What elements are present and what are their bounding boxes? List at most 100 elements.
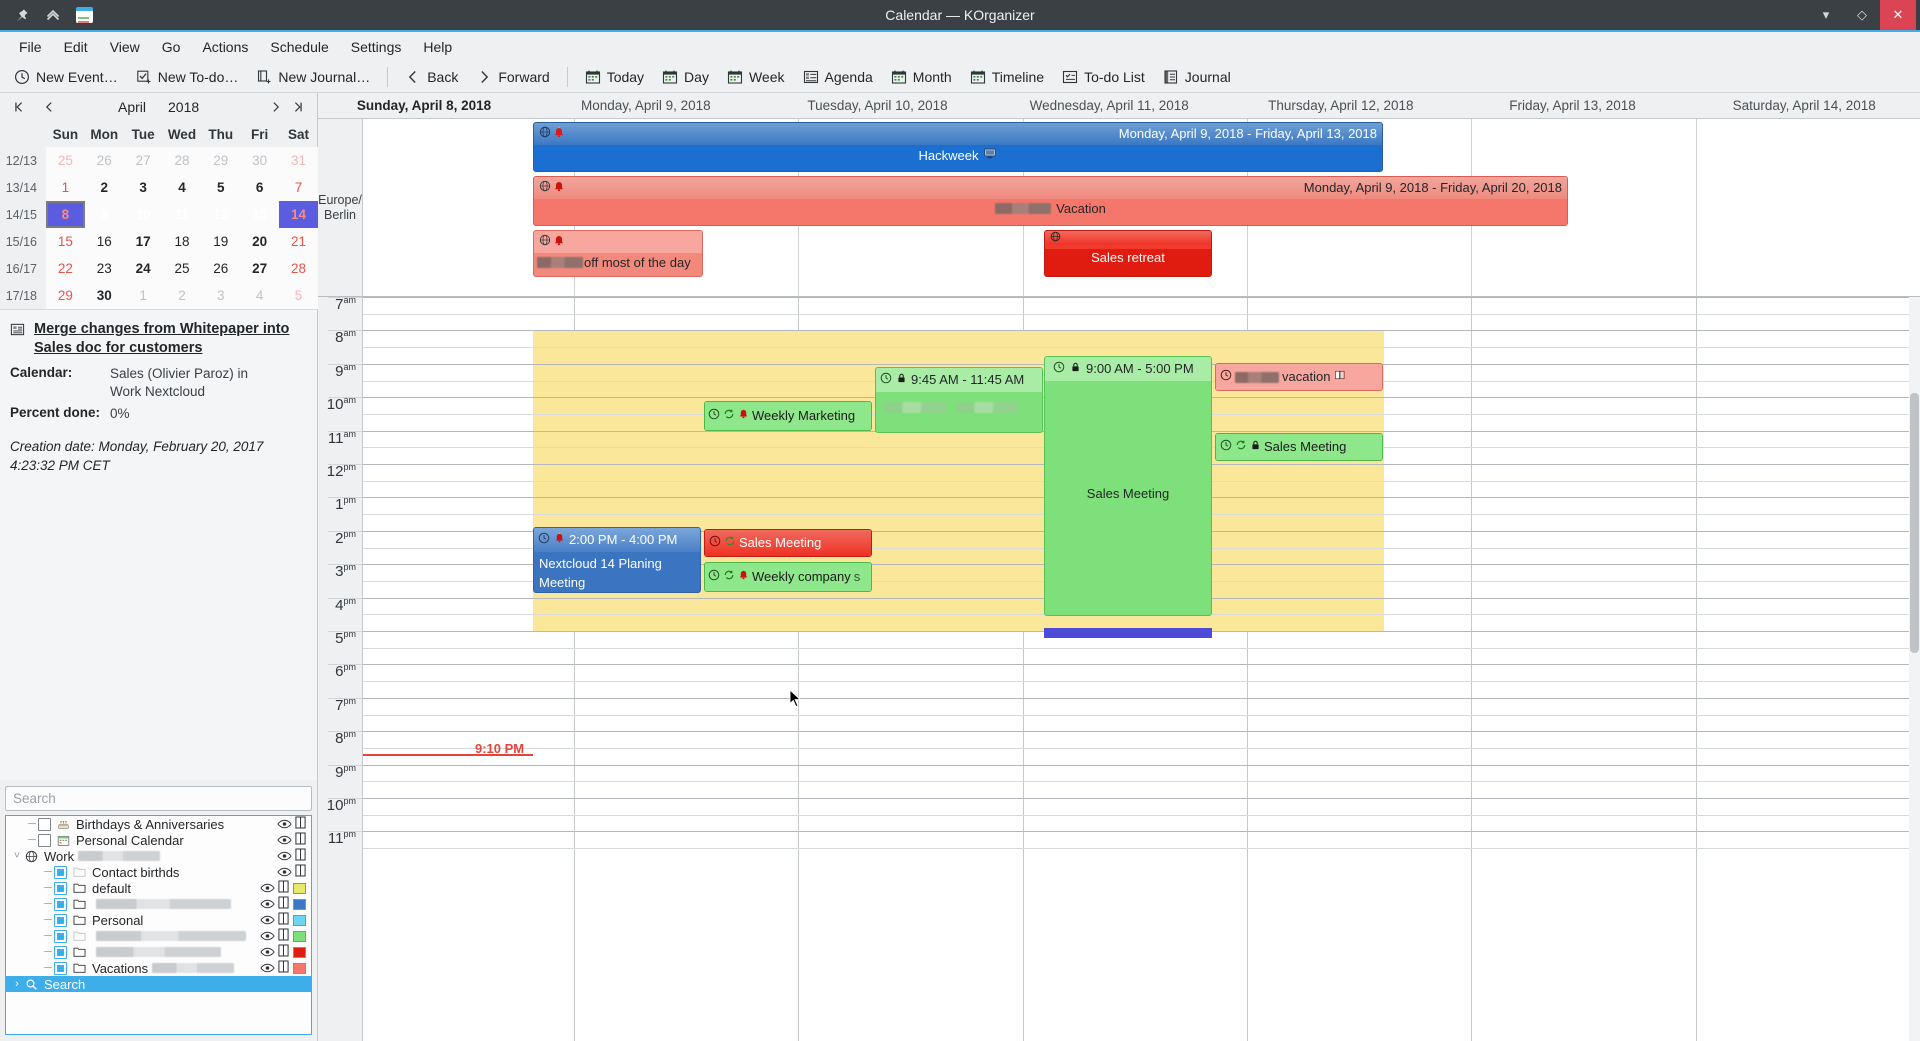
allday-event-hackweek[interactable]: Monday, April 9, 2018 - Friday, April 13…: [533, 122, 1383, 172]
visibility-eye-icon[interactable]: [260, 930, 274, 942]
page-toggle-icon[interactable]: [295, 816, 306, 832]
day-header-tuesday[interactable]: Tuesday, April 10, 2018: [762, 93, 994, 118]
datenav-day-cell[interactable]: 28: [279, 255, 318, 282]
page-toggle-icon[interactable]: [295, 864, 306, 880]
menu-view[interactable]: View: [99, 35, 151, 59]
calendar-tree-item[interactable]: ─Personal: [6, 912, 311, 928]
calendar-checkbox[interactable]: [54, 962, 67, 975]
toolbar-week-button[interactable]: Week: [719, 66, 793, 88]
calendar-tree-item[interactable]: ─: [6, 944, 311, 960]
calendar-tree-item[interactable]: ─: [6, 928, 311, 944]
calendar-folder-tree[interactable]: ─Birthdays & Anniversaries─Personal Cale…: [5, 815, 312, 1035]
datenav-day-cell[interactable]: 23: [85, 255, 124, 282]
calendar-checkbox[interactable]: [54, 898, 67, 911]
datenav-day-cell[interactable]: 3: [124, 174, 163, 201]
menu-actions[interactable]: Actions: [191, 35, 259, 59]
selection-marker[interactable]: [1044, 628, 1212, 638]
menu-edit[interactable]: Edit: [53, 35, 99, 59]
calendar-checkbox[interactable]: [54, 882, 67, 895]
allday-event-vacation[interactable]: Monday, April 9, 2018 - Friday, April 20…: [533, 176, 1568, 226]
datenav-day-cell[interactable]: 26: [201, 255, 240, 282]
menu-go[interactable]: Go: [151, 35, 192, 59]
event-sales-meeting-monday[interactable]: Sales Meeting: [704, 529, 872, 557]
calendar-checkbox[interactable]: [38, 834, 51, 847]
details-title[interactable]: Merge changes from Whitepaper into Sales…: [34, 320, 305, 358]
calendar-tree-item[interactable]: ─Vacations: [6, 960, 311, 976]
search-input[interactable]: [5, 786, 312, 811]
datenav-day-cell[interactable]: 29: [201, 147, 240, 174]
event-sales-meeting-thursday[interactable]: 9:00 AM - 5:00 PM Sales Meeting: [1044, 356, 1212, 616]
datenav-day-cell[interactable]: 2: [85, 174, 124, 201]
datenav-day-cell[interactable]: 24: [124, 255, 163, 282]
calendar-tree-item[interactable]: ─Contact birthds: [6, 864, 311, 880]
date-navigator-grid[interactable]: SunMonTueWedThuFriSat12/1325262728293031…: [0, 121, 318, 309]
day-header-monday[interactable]: Monday, April 9, 2018: [530, 93, 762, 118]
toolbar-new-journal-button[interactable]: New Journal…: [248, 66, 378, 88]
datenav-day-cell[interactable]: 25: [163, 255, 202, 282]
datenav-day-cell[interactable]: 5: [279, 282, 318, 309]
datenav-day-cell[interactable]: 11: [163, 201, 202, 228]
week-number[interactable]: 17/18: [0, 282, 46, 309]
datenav-day-cell[interactable]: 30: [85, 282, 124, 309]
datenav-day-cell[interactable]: 27: [240, 255, 279, 282]
toolbar-forward-button[interactable]: Forward: [468, 66, 557, 88]
calendar-tree-item[interactable]: ˅Work: [6, 848, 311, 864]
datenav-day-cell[interactable]: 31: [279, 147, 318, 174]
week-number[interactable]: 15/16: [0, 228, 46, 255]
visibility-eye-icon[interactable]: [277, 818, 291, 830]
day-header-wednesday[interactable]: Wednesday, April 11, 2018: [993, 93, 1225, 118]
datenav-day-cell[interactable]: 3: [201, 282, 240, 309]
page-toggle-icon[interactable]: [278, 880, 289, 896]
page-toggle-icon[interactable]: [278, 928, 289, 944]
menu-file[interactable]: File: [8, 35, 53, 59]
datenav-day-cell[interactable]: 12: [201, 201, 240, 228]
datenav-day-cell[interactable]: 10: [124, 201, 163, 228]
visibility-eye-icon[interactable]: [277, 866, 291, 878]
visibility-eye-icon[interactable]: [260, 882, 274, 894]
prev-year-button[interactable]: [8, 96, 30, 118]
agenda-column-saturday[interactable]: [1697, 297, 1920, 1041]
datenav-day-cell[interactable]: 15: [46, 228, 85, 255]
calendar-color-swatch[interactable]: [293, 931, 306, 942]
page-toggle-icon[interactable]: [278, 960, 289, 976]
datenav-day-cell[interactable]: 20: [240, 228, 279, 255]
visibility-eye-icon[interactable]: [277, 850, 291, 862]
event-wednesday-morning[interactable]: 9:45 AM - 11:45 AM: [875, 367, 1043, 433]
menu-help[interactable]: Help: [412, 35, 463, 59]
day-header-saturday[interactable]: Saturday, April 14, 2018: [1688, 93, 1920, 118]
event-sales-meeting-friday[interactable]: Sales Meeting: [1215, 433, 1383, 461]
datenav-day-cell[interactable]: 30: [240, 147, 279, 174]
calendar-checkbox[interactable]: [54, 914, 67, 927]
datenav-day-cell[interactable]: 16: [85, 228, 124, 255]
event-vacation-friday[interactable]: vacation: [1215, 363, 1383, 391]
page-toggle-icon[interactable]: [278, 944, 289, 960]
allday-event-sales-retreat[interactable]: Sales retreat: [1044, 230, 1212, 277]
page-toggle-icon[interactable]: [278, 912, 289, 928]
menu-settings[interactable]: Settings: [340, 35, 413, 59]
toolbar-journal-button[interactable]: Journal: [1155, 66, 1239, 88]
collapse-chevron-icon[interactable]: [44, 6, 62, 24]
calendar-color-swatch[interactable]: [293, 883, 306, 894]
toolbar-day-button[interactable]: Day: [654, 66, 717, 88]
datenav-day-cell[interactable]: 14: [279, 201, 318, 228]
datenav-day-cell[interactable]: 4: [163, 174, 202, 201]
toolbar-agenda-button[interactable]: Agenda: [795, 66, 881, 88]
calendar-checkbox[interactable]: [54, 930, 67, 943]
visibility-eye-icon[interactable]: [260, 914, 274, 926]
event-weekly-marketing[interactable]: Weekly Marketing: [704, 401, 872, 431]
toolbar-timeline-button[interactable]: Timeline: [962, 66, 1052, 88]
datenav-day-cell[interactable]: 28: [163, 147, 202, 174]
page-toggle-icon[interactable]: [295, 832, 306, 848]
datenav-day-cell[interactable]: 8: [46, 201, 85, 228]
datenav-day-cell[interactable]: 29: [46, 282, 85, 309]
visibility-eye-icon[interactable]: [260, 962, 274, 974]
datenav-day-cell[interactable]: 26: [85, 147, 124, 174]
page-toggle-icon[interactable]: [278, 896, 289, 912]
datenav-day-cell[interactable]: 18: [163, 228, 202, 255]
toolbar-month-button[interactable]: Month: [883, 66, 960, 88]
datenav-day-cell[interactable]: 5: [201, 174, 240, 201]
datenav-day-cell[interactable]: 6: [240, 174, 279, 201]
agenda-scrollbar[interactable]: [1909, 297, 1920, 1041]
calendar-color-swatch[interactable]: [293, 963, 306, 974]
datenav-day-cell[interactable]: 21: [279, 228, 318, 255]
